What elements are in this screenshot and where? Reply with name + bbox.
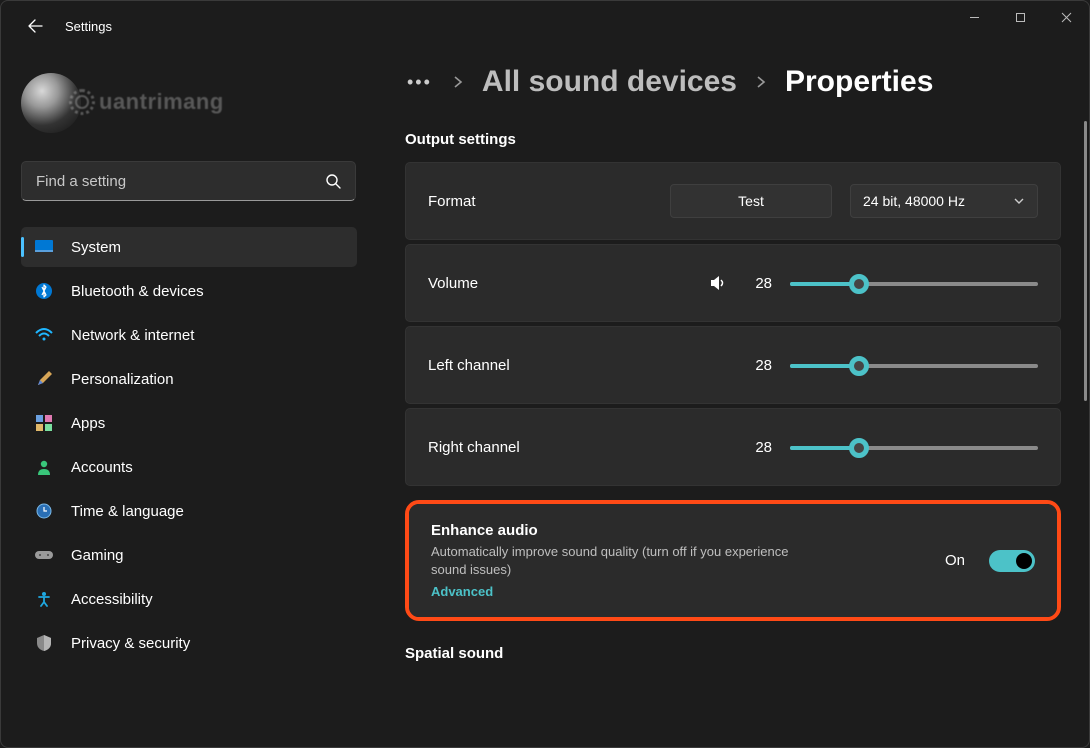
row-format: Format Test 24 bit, 48000 Hz	[405, 162, 1061, 240]
sidebar-item-gaming[interactable]: Gaming	[21, 535, 357, 575]
volume-value: 28	[746, 275, 772, 292]
wifi-icon	[35, 326, 53, 344]
format-dropdown[interactable]: 24 bit, 48000 Hz	[850, 184, 1038, 218]
volume-slider[interactable]	[790, 273, 1038, 293]
minimize-button[interactable]	[951, 1, 997, 33]
person-icon	[35, 458, 53, 476]
right-value: 28	[746, 439, 772, 456]
left-slider[interactable]	[790, 355, 1038, 375]
enhance-description: Automatically improve sound quality (tur…	[431, 543, 811, 578]
watermark-text: uantrimang	[99, 89, 224, 115]
chevron-right-icon	[755, 76, 767, 88]
sidebar-item-label: Gaming	[71, 547, 124, 564]
window-controls	[951, 1, 1089, 33]
gear-icon	[69, 89, 95, 115]
breadcrumb: ••• All sound devices Properties	[405, 65, 1061, 99]
sidebar-item-label: Accounts	[71, 459, 133, 476]
search-input[interactable]	[36, 173, 315, 190]
titlebar: Settings	[1, 1, 1089, 51]
search-box[interactable]	[21, 161, 356, 201]
chevron-down-icon	[1013, 195, 1025, 207]
row-label: Volume	[428, 275, 478, 292]
bluetooth-icon	[35, 282, 53, 300]
row-label: Right channel	[428, 439, 520, 456]
sidebar-item-accessibility[interactable]: Accessibility	[21, 579, 357, 619]
search-icon	[325, 173, 341, 189]
row-label: Format	[428, 193, 476, 210]
watermark: uantrimang	[69, 89, 224, 115]
section-title-spatial: Spatial sound	[405, 645, 1061, 662]
accessibility-icon	[35, 590, 53, 608]
sidebar-item-label: System	[71, 239, 121, 256]
sidebar-item-personalization[interactable]: Personalization	[21, 359, 357, 399]
gamepad-icon	[35, 546, 53, 564]
nav-list: System Bluetooth & devices Network & int…	[21, 227, 357, 663]
sidebar-item-label: Apps	[71, 415, 105, 432]
section-title-output: Output settings	[405, 131, 1061, 148]
sidebar-item-label: Network & internet	[71, 327, 194, 344]
monitor-icon	[35, 238, 53, 256]
dropdown-value: 24 bit, 48000 Hz	[863, 193, 965, 209]
test-button[interactable]: Test	[670, 184, 832, 218]
toggle-state-label: On	[945, 552, 965, 569]
left-value: 28	[746, 357, 772, 374]
scrollbar[interactable]	[1084, 121, 1087, 401]
shield-icon	[35, 634, 53, 652]
sidebar-item-label: Privacy & security	[71, 635, 190, 652]
page-title: Properties	[785, 65, 933, 99]
main-content: ••• All sound devices Properties Output …	[365, 51, 1089, 747]
row-right-channel: Right channel 28	[405, 408, 1061, 486]
breadcrumb-link-all-sound-devices[interactable]: All sound devices	[482, 65, 737, 99]
enhance-toggle[interactable]	[989, 550, 1035, 572]
clock-globe-icon	[35, 502, 53, 520]
sidebar-item-time[interactable]: Time & language	[21, 491, 357, 531]
sidebar: uantrimang System Bluetooth & devices Ne…	[1, 51, 365, 747]
sidebar-item-network[interactable]: Network & internet	[21, 315, 357, 355]
row-volume: Volume 28	[405, 244, 1061, 322]
apps-icon	[35, 414, 53, 432]
sidebar-item-label: Time & language	[71, 503, 184, 520]
sidebar-item-apps[interactable]: Apps	[21, 403, 357, 443]
sidebar-item-system[interactable]: System	[21, 227, 357, 267]
paintbrush-icon	[35, 370, 53, 388]
sidebar-item-bluetooth[interactable]: Bluetooth & devices	[21, 271, 357, 311]
row-enhance-audio[interactable]: Enhance audio Automatically improve soun…	[409, 504, 1057, 617]
sidebar-item-privacy[interactable]: Privacy & security	[21, 623, 357, 663]
app-title: Settings	[65, 19, 112, 34]
sidebar-item-label: Accessibility	[71, 591, 153, 608]
sidebar-item-label: Personalization	[71, 371, 174, 388]
breadcrumb-overflow[interactable]: •••	[405, 68, 434, 97]
enhance-advanced-link[interactable]: Advanced	[431, 584, 925, 599]
enhance-title: Enhance audio	[431, 522, 925, 539]
enhance-audio-highlight: Enhance audio Automatically improve soun…	[405, 500, 1061, 621]
sidebar-item-label: Bluetooth & devices	[71, 283, 204, 300]
maximize-button[interactable]	[997, 1, 1043, 33]
sidebar-item-accounts[interactable]: Accounts	[21, 447, 357, 487]
row-left-channel: Left channel 28	[405, 326, 1061, 404]
row-label: Left channel	[428, 357, 510, 374]
close-button[interactable]	[1043, 1, 1089, 33]
chevron-right-icon	[452, 76, 464, 88]
right-slider[interactable]	[790, 437, 1038, 457]
profile-area[interactable]: uantrimang	[21, 73, 357, 133]
back-button[interactable]	[23, 14, 47, 38]
speaker-icon[interactable]	[708, 273, 728, 293]
